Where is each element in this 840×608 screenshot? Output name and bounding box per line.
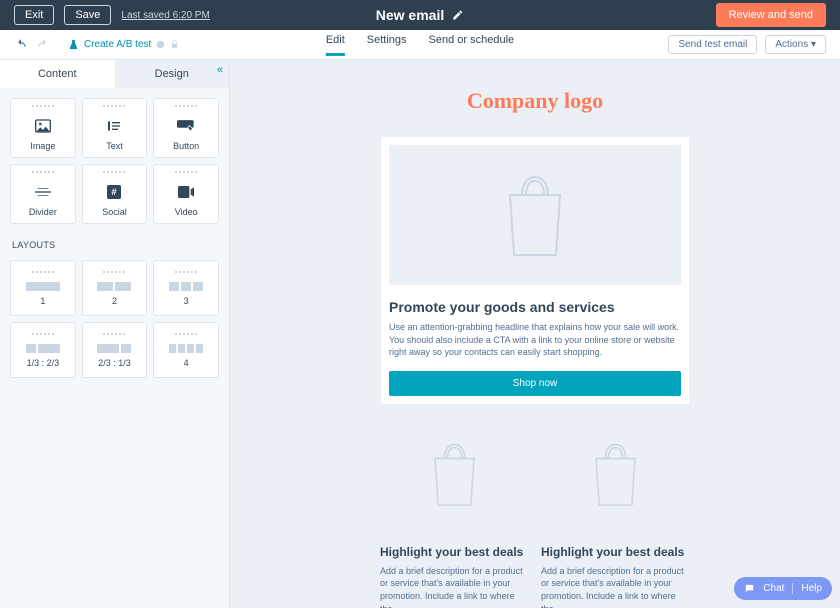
tab-settings[interactable]: Settings xyxy=(367,34,407,56)
company-logo[interactable]: Company logo xyxy=(380,80,690,136)
sub-bar: Create A/B test Edit Settings Send or sc… xyxy=(0,30,840,60)
svg-text:#: # xyxy=(112,187,118,197)
last-saved-link[interactable]: Last saved 6:20 PM xyxy=(121,10,209,21)
layout-3[interactable]: 3 xyxy=(153,260,219,316)
content-tile-button[interactable]: Button xyxy=(153,98,219,158)
layout-2[interactable]: 2 xyxy=(82,260,148,316)
video-icon xyxy=(178,183,194,201)
content-tile-video[interactable]: Video xyxy=(153,164,219,224)
col1-image-placeholder[interactable] xyxy=(381,418,528,530)
redo-icon[interactable] xyxy=(36,38,50,52)
shopping-bag-icon xyxy=(500,170,570,260)
shop-now-button[interactable]: Shop now xyxy=(389,371,681,396)
layout-2-3-1-3[interactable]: 2/3 : 1/3 xyxy=(82,322,148,378)
col1-heading[interactable]: Highlight your best deals xyxy=(380,545,529,559)
tab-send-schedule[interactable]: Send or schedule xyxy=(429,34,515,56)
deal-column-2[interactable] xyxy=(541,417,690,531)
create-ab-test-link[interactable]: Create A/B test xyxy=(68,39,179,50)
button-icon xyxy=(177,117,195,135)
collapse-sidebar-icon[interactable]: « xyxy=(217,64,223,76)
layout-1[interactable]: 1 xyxy=(10,260,76,316)
sidebar: « Content Design Image Text Button xyxy=(0,60,230,608)
shopping-bag-icon xyxy=(427,439,482,509)
hero-section[interactable]: Promote your goods and services Use an a… xyxy=(380,136,690,405)
col2-image-placeholder[interactable] xyxy=(542,418,689,530)
divider-icon xyxy=(35,183,51,201)
page-title: New email xyxy=(376,7,444,23)
lock-icon xyxy=(170,40,179,49)
layout-1-3-2-3[interactable]: 1/3 : 2/3 xyxy=(10,322,76,378)
info-icon[interactable] xyxy=(156,40,165,49)
content-tile-divider[interactable]: Divider xyxy=(10,164,76,224)
content-tile-text[interactable]: Text xyxy=(82,98,148,158)
col2-body[interactable]: Add a brief description for a product or… xyxy=(541,565,690,608)
sidebar-tab-design[interactable]: Design xyxy=(115,60,230,88)
shopping-bag-icon xyxy=(588,439,643,509)
undo-icon[interactable] xyxy=(14,38,28,52)
exit-button[interactable]: Exit xyxy=(14,5,54,25)
save-button[interactable]: Save xyxy=(64,5,111,25)
email-canvas[interactable]: Company logo Promote your goods and serv… xyxy=(230,60,840,608)
text-icon xyxy=(106,117,122,135)
layouts-heading: LAYOUTS xyxy=(0,234,229,250)
chat-help-widget[interactable]: Chat Help xyxy=(734,577,832,600)
image-icon xyxy=(35,117,51,135)
col1-body[interactable]: Add a brief description for a product or… xyxy=(380,565,529,608)
content-tile-image[interactable]: Image xyxy=(10,98,76,158)
tab-edit[interactable]: Edit xyxy=(326,34,345,56)
col2-heading[interactable]: Highlight your best deals xyxy=(541,545,690,559)
hero-heading[interactable]: Promote your goods and services xyxy=(389,299,681,315)
content-tile-social[interactable]: # Social xyxy=(82,164,148,224)
review-send-button[interactable]: Review and send xyxy=(716,3,826,27)
social-icon: # xyxy=(107,183,121,201)
hero-body[interactable]: Use an attention-grabbing headline that … xyxy=(389,321,681,359)
actions-dropdown[interactable]: Actions ▾ xyxy=(765,35,826,54)
chat-label: Chat xyxy=(763,583,784,594)
deal-column-1[interactable] xyxy=(380,417,529,531)
layout-4[interactable]: 4 xyxy=(153,322,219,378)
sidebar-tab-content[interactable]: Content xyxy=(0,60,115,88)
chat-icon xyxy=(744,583,755,594)
send-test-email-button[interactable]: Send test email xyxy=(668,35,757,54)
hero-image-placeholder[interactable] xyxy=(389,145,681,285)
ab-test-label: Create A/B test xyxy=(84,39,151,50)
help-label: Help xyxy=(801,583,822,594)
top-bar: Exit Save Last saved 6:20 PM New email R… xyxy=(0,0,840,30)
edit-title-icon[interactable] xyxy=(452,9,464,21)
